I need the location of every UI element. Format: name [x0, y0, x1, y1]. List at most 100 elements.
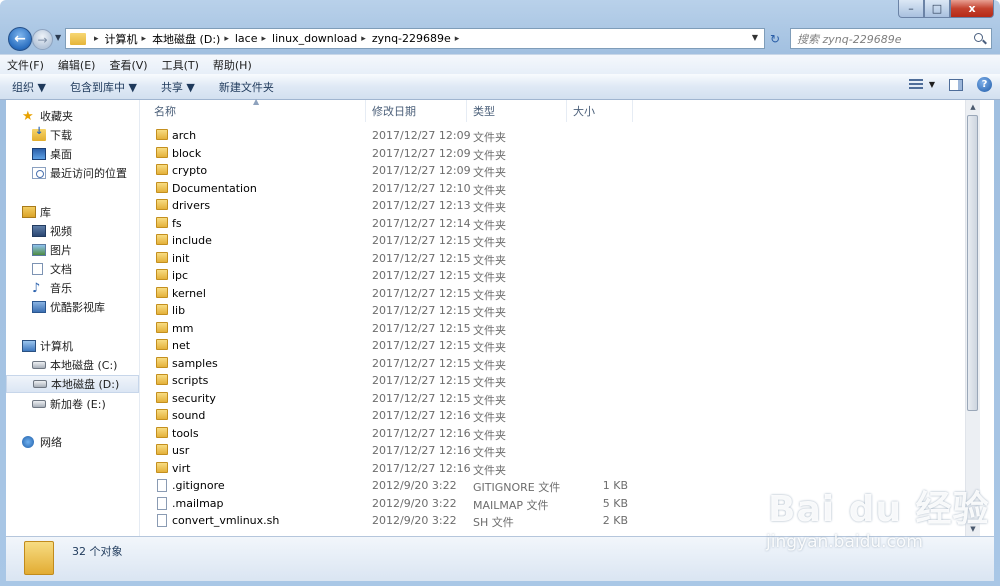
table-row[interactable]: block 2017/12/27 12:09 文件夹 — [140, 145, 980, 162]
file-date: 2012/9/20 3:22 — [372, 479, 457, 492]
table-row[interactable]: include 2017/12/27 12:15 文件夹 — [140, 232, 980, 249]
menu-help[interactable]: 帮助(H) — [206, 57, 259, 73]
history-dropdown-icon[interactable]: ▼ — [55, 33, 61, 42]
star-icon: ★ — [22, 108, 34, 124]
table-row[interactable]: security 2017/12/27 12:15 文件夹 — [140, 390, 980, 407]
sidebar-item-videos[interactable]: 视频 — [6, 222, 139, 240]
sidebar-network[interactable]: 网络 — [6, 433, 139, 451]
table-row[interactable]: .gitignore 2012/9/20 3:22 GITIGNORE 文件 1 KB — [140, 477, 980, 494]
address-dropdown-icon[interactable]: ▼ — [752, 33, 758, 42]
column-label: 类型 — [473, 105, 495, 118]
minimize-button[interactable]: – — [898, 0, 924, 18]
close-button[interactable]: x — [950, 0, 994, 18]
file-type: 文件夹 — [473, 236, 506, 249]
breadcrumb-separator[interactable]: ▸ — [94, 34, 99, 44]
scroll-thumb[interactable] — [967, 115, 978, 411]
help-icon[interactable]: ? — [977, 77, 992, 92]
include-in-library-button[interactable]: 包含到库中 ▼ — [58, 79, 149, 95]
scroll-down-button[interactable]: ▼ — [966, 522, 980, 536]
preview-pane-icon[interactable] — [949, 78, 963, 91]
table-row[interactable]: net 2017/12/27 12:15 文件夹 — [140, 337, 980, 354]
menu-edit[interactable]: 编辑(E) — [51, 57, 103, 73]
scroll-up-button[interactable]: ▲ — [966, 100, 980, 114]
breadcrumb-separator[interactable]: ▸ — [224, 34, 229, 44]
back-button[interactable]: ← — [8, 27, 32, 51]
table-row[interactable]: crypto 2017/12/27 12:09 文件夹 — [140, 162, 980, 179]
file-type: 文件夹 — [473, 428, 506, 442]
folder-icon — [156, 129, 168, 140]
table-row[interactable]: drivers 2017/12/27 12:13 文件夹 — [140, 197, 980, 214]
folder-icon — [156, 164, 168, 175]
sidebar-label: 优酷影视库 — [50, 301, 105, 314]
search-icon[interactable] — [973, 32, 987, 46]
breadcrumb-lace[interactable]: lace — [235, 32, 258, 45]
table-row[interactable]: arch 2017/12/27 12:09 文件夹 — [140, 127, 980, 144]
table-row[interactable]: usr 2017/12/27 12:16 文件夹 — [140, 442, 980, 459]
table-row[interactable]: sound 2017/12/27 12:16 文件夹 — [140, 407, 980, 424]
column-header-size[interactable]: 大小 — [567, 100, 633, 122]
sidebar-computer[interactable]: 计算机 — [6, 337, 139, 355]
column-header-date[interactable]: 修改日期 — [366, 100, 467, 122]
table-row[interactable]: ipc 2017/12/27 12:15 文件夹 — [140, 267, 980, 284]
file-name: arch — [172, 129, 197, 142]
menu-tools[interactable]: 工具(T) — [155, 57, 206, 73]
sidebar-item-drive-c[interactable]: 本地磁盘 (C:) — [6, 356, 139, 374]
column-header-name[interactable]: 名称 ▲ — [140, 97, 366, 122]
breadcrumb-separator[interactable]: ▸ — [455, 34, 460, 44]
table-row[interactable]: init 2017/12/27 12:15 文件夹 — [140, 250, 980, 267]
breadcrumb-linux-download[interactable]: linux_download — [272, 32, 357, 45]
menu-view[interactable]: 查看(V) — [102, 57, 154, 73]
sidebar-item-music[interactable]: ♪ 音乐 — [6, 279, 139, 297]
sidebar-item-recent[interactable]: 最近访问的位置 — [6, 164, 139, 182]
forward-button[interactable]: → — [32, 29, 53, 50]
breadcrumb-separator[interactable]: ▸ — [261, 34, 266, 44]
file-type: 文件夹 — [473, 393, 506, 407]
search-placeholder: 搜索 zynq-229689e — [797, 32, 902, 46]
organize-button[interactable]: 组织 ▼ — [0, 79, 58, 95]
table-row[interactable]: fs 2017/12/27 12:14 文件夹 — [140, 215, 980, 232]
share-button[interactable]: 共享 ▼ — [149, 79, 207, 95]
table-row[interactable]: virt 2017/12/27 12:16 文件夹 — [140, 460, 980, 477]
menu-file[interactable]: 文件(F) — [0, 57, 51, 73]
table-row[interactable]: lib 2017/12/27 12:15 文件夹 — [140, 302, 980, 319]
sidebar-favorites[interactable]: ★ 收藏夹 — [6, 107, 139, 125]
view-button[interactable]: ▼ — [908, 78, 935, 91]
table-row[interactable]: tools 2017/12/27 12:16 文件夹 — [140, 425, 980, 442]
table-row[interactable]: .mailmap 2012/9/20 3:22 MAILMAP 文件 5 KB — [140, 495, 980, 512]
file-size: 5 KB — [602, 496, 628, 510]
sidebar-item-youku[interactable]: 优酷影视库 — [6, 298, 139, 316]
address-bar[interactable]: ▸ 计算机 ▸ 本地磁盘 (D:) ▸ lace ▸ linux_downloa… — [65, 28, 765, 49]
breadcrumb-separator[interactable]: ▸ — [142, 34, 147, 44]
refresh-icon[interactable]: ↻ — [766, 29, 784, 48]
sidebar-item-pictures[interactable]: 图片 — [6, 241, 139, 259]
sidebar-item-downloads[interactable]: 下载 — [6, 126, 139, 144]
file-date: 2017/12/27 12:09 — [372, 146, 471, 160]
file-date: 2017/12/27 12:16 — [372, 409, 471, 422]
sidebar-item-drive-d[interactable]: 本地磁盘 (D:) — [6, 375, 139, 393]
sidebar-item-desktop[interactable]: 桌面 — [6, 145, 139, 163]
table-row[interactable]: samples 2017/12/27 12:15 文件夹 — [140, 355, 980, 372]
vertical-scrollbar[interactable]: ▲ ▼ — [965, 100, 980, 536]
maximize-button[interactable]: □ — [924, 0, 950, 18]
sidebar-item-documents[interactable]: 文档 — [6, 260, 139, 278]
breadcrumb-zynq[interactable]: zynq-229689e — [372, 32, 451, 45]
view-dropdown-icon[interactable]: ▼ — [929, 80, 935, 89]
column-header-type[interactable]: 类型 — [467, 100, 567, 122]
file-list[interactable]: 名称 ▲ 修改日期 类型 大小 arch 2017/12/27 12:09 文件夹 b… — [140, 97, 980, 536]
breadcrumb-computer[interactable]: 计算机 — [105, 31, 138, 47]
table-row[interactable]: Documentation 2017/12/27 12:10 文件夹 — [140, 180, 980, 197]
sidebar-item-drive-e[interactable]: 新加卷 (E:) — [6, 395, 139, 413]
music-icon: ♪ — [32, 280, 41, 296]
navigation-pane[interactable]: ★ 收藏夹 下载 桌面 最近访问的位置 库 视频 — [6, 100, 140, 536]
breadcrumb-separator[interactable]: ▸ — [361, 34, 366, 44]
folder-icon — [156, 304, 168, 315]
search-input[interactable]: 搜索 zynq-229689e — [790, 28, 992, 49]
sidebar-libraries[interactable]: 库 — [6, 203, 139, 221]
table-row[interactable]: scripts 2017/12/27 12:15 文件夹 — [140, 372, 980, 389]
table-row[interactable]: mm 2017/12/27 12:15 文件夹 — [140, 320, 980, 337]
table-row[interactable]: kernel 2017/12/27 12:15 文件夹 — [140, 285, 980, 302]
new-folder-button[interactable]: 新建文件夹 — [207, 79, 286, 95]
file-name: samples — [172, 356, 218, 370]
table-row[interactable]: convert_vmlinux.sh 2012/9/20 3:22 SH 文件 2 K… — [140, 512, 980, 529]
breadcrumb-drive-d[interactable]: 本地磁盘 (D:) — [152, 31, 220, 47]
